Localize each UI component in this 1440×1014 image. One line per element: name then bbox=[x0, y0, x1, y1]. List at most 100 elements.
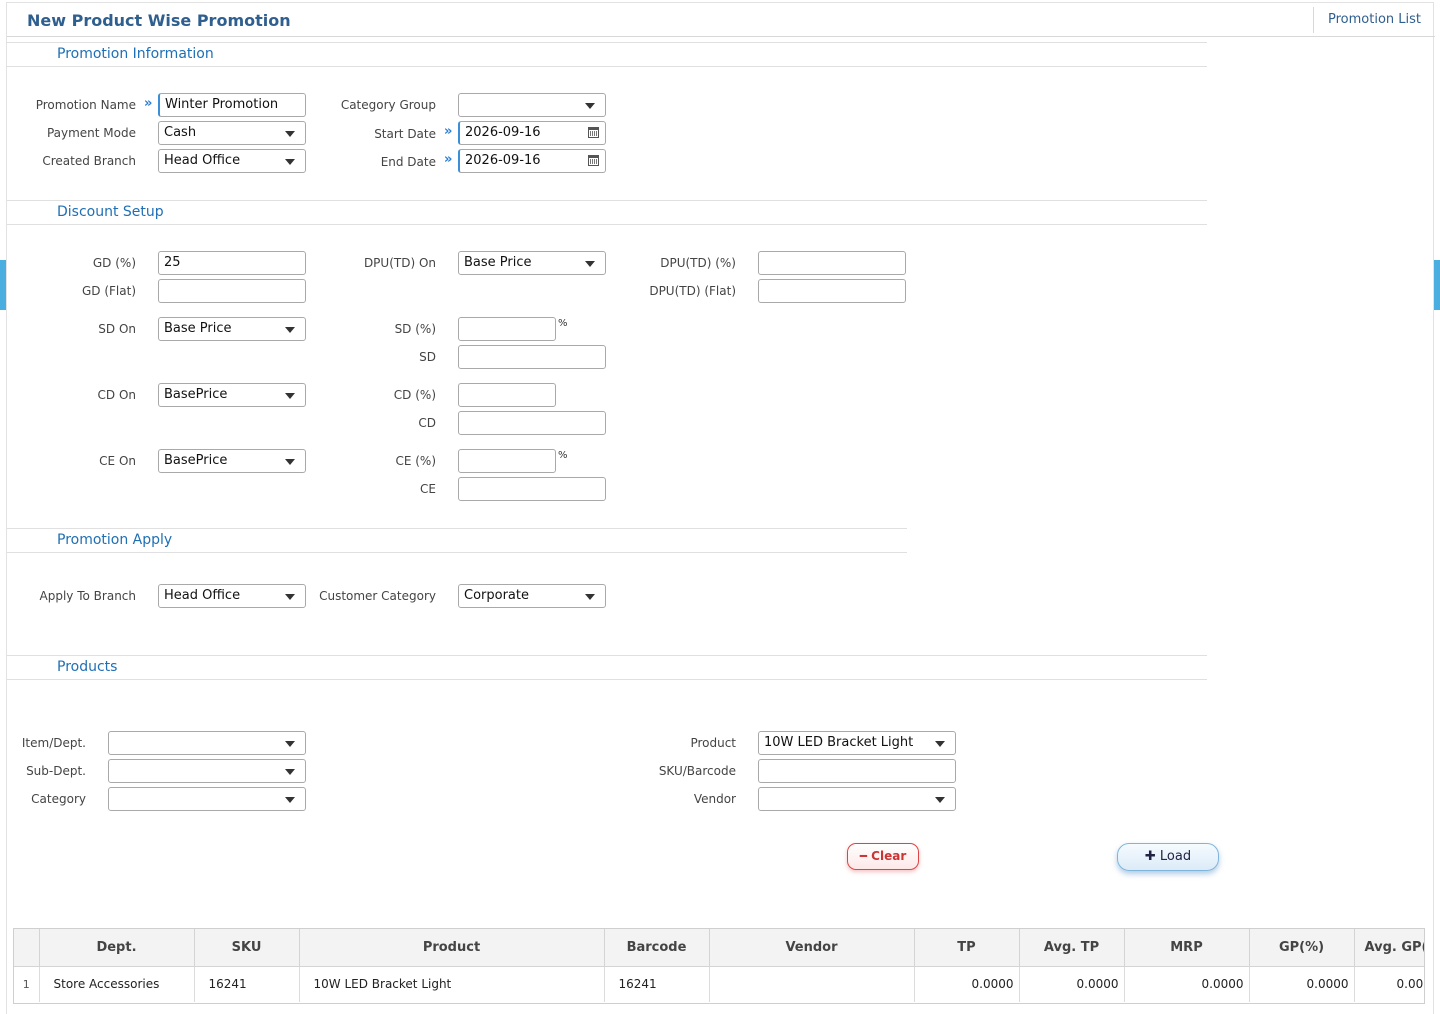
chevron-down-icon bbox=[935, 797, 945, 803]
column-header-barcode[interactable]: Barcode bbox=[604, 929, 710, 967]
sd-label: SD bbox=[419, 350, 436, 364]
cd-pct-label: CD (%) bbox=[393, 388, 436, 402]
grid-header-row: Dept. SKU Product Barcode Vendor TP Avg.… bbox=[14, 929, 1424, 967]
selected-value: BasePrice bbox=[164, 453, 228, 468]
selected-value: Base Price bbox=[464, 255, 532, 270]
cd-label: CD bbox=[418, 416, 436, 430]
section-promotion-apply: Promotion Apply bbox=[7, 528, 907, 553]
selected-value: Head Office bbox=[164, 153, 241, 168]
created-branch-label: Created Branch bbox=[42, 154, 136, 168]
gd-flat-input[interactable] bbox=[158, 279, 306, 303]
start-date-label: Start Date bbox=[374, 127, 436, 141]
item-dept-label: Item/Dept. bbox=[21, 736, 86, 750]
vendor-select[interactable] bbox=[758, 787, 956, 811]
column-header-avg-gp[interactable]: Avg. GP(%) bbox=[1354, 929, 1424, 967]
chevron-down-icon bbox=[585, 261, 595, 267]
end-date-input[interactable]: 2026-09-16 bbox=[458, 149, 606, 173]
payment-mode-select[interactable]: Cash bbox=[158, 121, 306, 145]
customer-category-select[interactable]: Corporate bbox=[458, 584, 606, 608]
promotion-name-input[interactable]: Winter Promotion bbox=[158, 93, 306, 117]
cell-product: 10W LED Bracket Light bbox=[299, 966, 605, 1002]
column-header-mrp[interactable]: MRP bbox=[1124, 929, 1250, 967]
sub-dept-select[interactable] bbox=[108, 759, 306, 783]
clear-label: Clear bbox=[871, 849, 907, 863]
selected-value: Head Office bbox=[164, 588, 241, 603]
product-select[interactable]: 10W LED Bracket Light bbox=[758, 731, 956, 755]
cd-input[interactable] bbox=[458, 411, 606, 435]
selected-value: Corporate bbox=[464, 588, 529, 603]
sd-input[interactable] bbox=[458, 345, 606, 369]
cell-vendor bbox=[709, 966, 915, 1002]
payment-mode-label: Payment Mode bbox=[46, 126, 136, 140]
date-value: 2026-09-16 bbox=[465, 153, 541, 168]
chevron-down-icon bbox=[285, 327, 295, 333]
apply-branch-select[interactable]: Head Office bbox=[158, 584, 306, 608]
dpu-on-label: DPU(TD) On bbox=[363, 256, 436, 270]
column-header-gp[interactable]: GP(%) bbox=[1249, 929, 1355, 967]
cd-on-select[interactable]: BasePrice bbox=[158, 383, 306, 407]
column-header-vendor[interactable]: Vendor bbox=[709, 929, 915, 967]
table-row[interactable]: 1 Store Accessories 16241 10W LED Bracke… bbox=[14, 966, 1424, 1002]
page-title: New Product Wise Promotion bbox=[27, 11, 291, 30]
sd-on-select[interactable]: Base Price bbox=[158, 317, 306, 341]
section-title: Discount Setup bbox=[57, 204, 164, 220]
section-products: Products bbox=[7, 655, 1207, 680]
percent-symbol: % bbox=[558, 450, 568, 461]
dpu-flat-input[interactable] bbox=[758, 279, 906, 303]
sub-dept-label: Sub-Dept. bbox=[26, 764, 86, 778]
selected-value: Base Price bbox=[164, 321, 232, 336]
dpu-pct-label: DPU(TD) (%) bbox=[660, 256, 736, 270]
chevron-down-icon bbox=[285, 131, 295, 137]
chevron-down-icon bbox=[285, 393, 295, 399]
column-header-dept[interactable]: Dept. bbox=[39, 929, 195, 967]
load-button[interactable]: ✚ Load bbox=[1117, 843, 1219, 871]
clear-button[interactable]: ━ Clear bbox=[847, 843, 919, 870]
category-group-select[interactable] bbox=[458, 93, 606, 117]
vendor-label: Vendor bbox=[693, 792, 736, 806]
sd-on-label: SD On bbox=[98, 322, 136, 336]
promotion-list-link[interactable]: Promotion List bbox=[1313, 7, 1435, 33]
sd-pct-input[interactable] bbox=[458, 317, 556, 341]
promotion-name-label: Promotion Name bbox=[35, 98, 136, 112]
selected-value: 10W LED Bracket Light bbox=[764, 735, 914, 750]
calendar-icon[interactable] bbox=[588, 127, 599, 138]
plus-icon: ✚ bbox=[1144, 849, 1156, 864]
minus-icon: ━ bbox=[859, 849, 867, 863]
right-edge-tab[interactable] bbox=[1434, 260, 1440, 310]
column-header-product[interactable]: Product bbox=[299, 929, 605, 967]
sku-barcode-input[interactable] bbox=[758, 759, 956, 783]
required-marker-icon: » bbox=[444, 152, 453, 167]
sku-barcode-label: SKU/Barcode bbox=[658, 764, 736, 778]
cd-on-label: CD On bbox=[97, 388, 136, 402]
dpu-flat-label: DPU(TD) (Flat) bbox=[649, 284, 736, 298]
gd-pct-input[interactable]: 25 bbox=[158, 251, 306, 275]
start-date-input[interactable]: 2026-09-16 bbox=[458, 121, 606, 145]
ce-pct-input[interactable] bbox=[458, 449, 556, 473]
cell-mrp: 0.0000 bbox=[1124, 966, 1250, 1002]
ce-on-select[interactable]: BasePrice bbox=[158, 449, 306, 473]
row-number-header bbox=[14, 929, 40, 967]
item-dept-select[interactable] bbox=[108, 731, 306, 755]
calendar-icon[interactable] bbox=[588, 155, 599, 166]
cd-pct-input[interactable] bbox=[458, 383, 556, 407]
column-header-sku[interactable]: SKU bbox=[194, 929, 300, 967]
section-promotion-information: Promotion Information bbox=[7, 42, 1207, 67]
sd-pct-label: SD (%) bbox=[394, 322, 436, 336]
column-header-tp[interactable]: TP bbox=[914, 929, 1020, 967]
chevron-down-icon bbox=[585, 103, 595, 109]
products-grid: Dept. SKU Product Barcode Vendor TP Avg.… bbox=[13, 928, 1425, 1004]
row-number: 1 bbox=[14, 966, 40, 1002]
column-header-avg-tp[interactable]: Avg. TP bbox=[1019, 929, 1125, 967]
grid-footer bbox=[13, 1003, 1425, 1014]
category-label: Category bbox=[31, 792, 86, 806]
dpu-pct-input[interactable] bbox=[758, 251, 906, 275]
cell-barcode: 16241 bbox=[604, 966, 710, 1002]
category-select[interactable] bbox=[108, 787, 306, 811]
customer-category-label: Customer Category bbox=[319, 589, 436, 603]
created-branch-select[interactable]: Head Office bbox=[158, 149, 306, 173]
ce-input[interactable] bbox=[458, 477, 606, 501]
dpu-on-select[interactable]: Base Price bbox=[458, 251, 606, 275]
gd-flat-label: GD (Flat) bbox=[81, 284, 136, 298]
ce-label: CE bbox=[420, 482, 436, 496]
cell-sku: 16241 bbox=[194, 966, 300, 1002]
